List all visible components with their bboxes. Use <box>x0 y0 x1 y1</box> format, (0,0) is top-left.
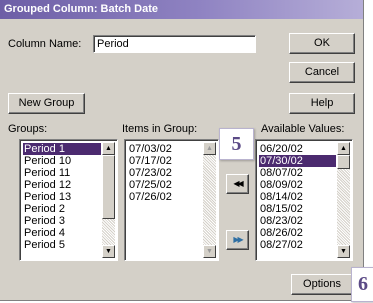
list-item[interactable]: Period 5 <box>23 239 101 251</box>
list-item[interactable]: 07/17/02 <box>128 155 202 167</box>
list-item[interactable]: Period 4 <box>23 227 101 239</box>
move-left-icon[interactable]: ◀◀ <box>226 174 249 194</box>
list-item[interactable]: 08/14/02 <box>259 191 336 203</box>
scroll-down-icon[interactable]: ▼ <box>102 245 115 258</box>
list-item[interactable]: Period 1 <box>23 143 101 155</box>
scroll-thumb[interactable] <box>337 155 350 169</box>
ok-button[interactable]: OK <box>289 33 355 54</box>
list-item[interactable]: 06/20/02 <box>259 143 336 155</box>
grouped-column-dialog: Grouped Column: Batch Date Column Name: … <box>0 0 364 301</box>
callout-5: 5 <box>219 128 254 160</box>
items-in-group-list: 07/03/02 07/17/02 07/23/02 07/25/02 07/2… <box>128 143 202 203</box>
new-group-button[interactable]: New Group <box>8 93 85 114</box>
move-right-icon[interactable]: ▶▶ <box>226 230 249 250</box>
column-name-label: Column Name: <box>8 38 82 50</box>
window-title: Grouped Column: Batch Date <box>0 0 363 19</box>
list-item[interactable]: 08/23/02 <box>259 215 336 227</box>
available-values-listbox[interactable]: 06/20/02 07/30/02 08/07/02 08/09/02 08/1… <box>255 139 353 261</box>
callout-6: 6 <box>351 267 373 302</box>
list-item[interactable]: 08/07/02 <box>259 167 336 179</box>
scroll-up-icon[interactable]: ▲ <box>203 142 216 155</box>
list-item[interactable]: 07/30/02 <box>259 155 336 167</box>
list-item[interactable]: Period 12 <box>23 179 101 191</box>
available-values-list: 06/20/02 07/30/02 08/07/02 08/09/02 08/1… <box>259 143 336 251</box>
list-item[interactable]: Period 13 <box>23 191 101 203</box>
available-values-scrollbar[interactable]: ▲ ▼ <box>337 142 350 258</box>
scroll-down-icon[interactable]: ▼ <box>203 245 216 258</box>
list-item[interactable]: Period 11 <box>23 167 101 179</box>
groups-label: Groups: <box>8 123 48 135</box>
list-item[interactable]: 08/09/02 <box>259 179 336 191</box>
list-item[interactable]: Period 10 <box>23 155 101 167</box>
list-item[interactable]: Period 2 <box>23 203 101 215</box>
groups-scrollbar[interactable]: ▲ ▼ <box>102 142 115 258</box>
items-in-group-listbox[interactable]: 07/03/02 07/17/02 07/23/02 07/25/02 07/2… <box>124 139 219 261</box>
cancel-button[interactable]: Cancel <box>289 62 355 83</box>
available-values-label: Available Values: <box>261 123 345 135</box>
list-item[interactable]: 08/26/02 <box>259 227 336 239</box>
scroll-up-icon[interactable]: ▲ <box>102 142 115 155</box>
list-item[interactable]: 08/27/02 <box>259 239 336 251</box>
scroll-thumb[interactable] <box>102 155 115 219</box>
list-item[interactable]: 07/26/02 <box>128 191 202 203</box>
list-item[interactable]: Period 3 <box>23 215 101 227</box>
groups-list: Period 1 Period 10 Period 11 Period 12 P… <box>23 143 101 251</box>
items-in-group-label: Items in Group: <box>122 123 198 135</box>
help-button[interactable]: Help <box>289 93 355 114</box>
scroll-up-icon[interactable]: ▲ <box>337 142 350 155</box>
list-item[interactable]: 07/23/02 <box>128 167 202 179</box>
list-item[interactable]: 07/25/02 <box>128 179 202 191</box>
options-button[interactable]: Options <box>291 274 353 295</box>
list-item[interactable]: 08/15/02 <box>259 203 336 215</box>
list-item[interactable]: 07/03/02 <box>128 143 202 155</box>
groups-listbox[interactable]: Period 1 Period 10 Period 11 Period 12 P… <box>19 139 118 261</box>
items-in-group-scrollbar[interactable]: ▲ ▼ <box>203 142 216 258</box>
column-name-input[interactable]: Period <box>93 35 256 53</box>
scroll-down-icon[interactable]: ▼ <box>337 245 350 258</box>
